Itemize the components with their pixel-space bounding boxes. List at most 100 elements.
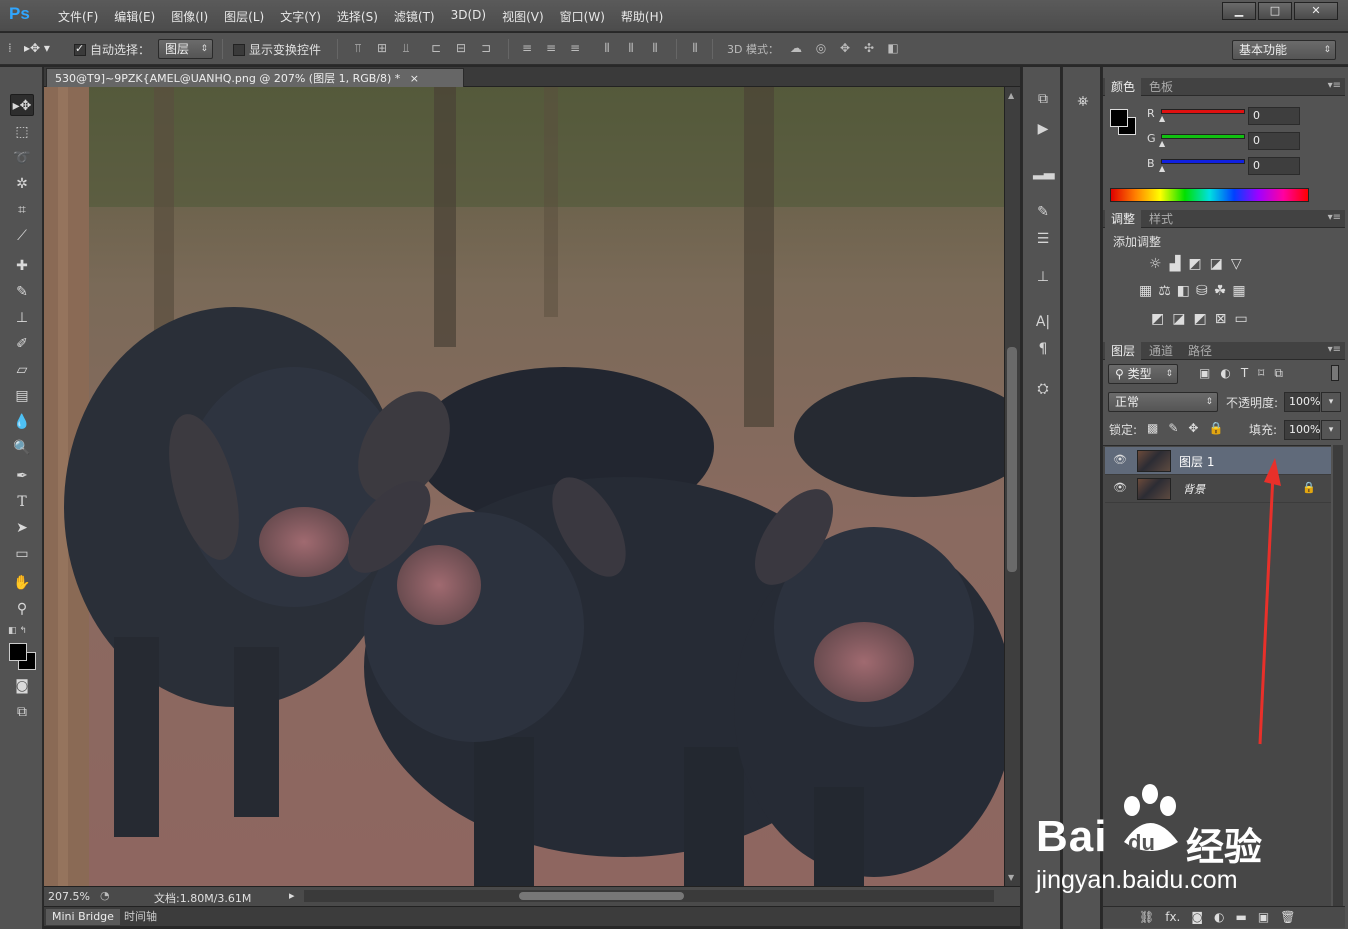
link-layers-icon[interactable]: ⛓ bbox=[1139, 910, 1154, 924]
pixel-filter-icon[interactable]: ▣ bbox=[1199, 366, 1210, 381]
menu-item-6[interactable]: 滤镜(T) bbox=[386, 8, 443, 25]
3d-rotate-icon[interactable]: ☁ bbox=[789, 40, 803, 56]
crop-tool-icon[interactable]: ⌗ bbox=[10, 199, 34, 221]
3d-slide-icon[interactable]: ✣ bbox=[862, 40, 876, 56]
color-spectrum-bar[interactable] bbox=[1110, 188, 1309, 202]
clone-stamp-tool-icon[interactable]: ⊥ bbox=[10, 307, 34, 329]
history-panel-icon[interactable]: ⧉ bbox=[1033, 89, 1053, 109]
horizontal-scrollbar[interactable] bbox=[304, 890, 994, 902]
auto-align-icon[interactable]: ⫴ bbox=[688, 40, 702, 56]
zoom-tool-icon[interactable]: ⚲ bbox=[10, 598, 34, 620]
document-canvas[interactable] bbox=[44, 87, 1004, 886]
lock-transparency-icon[interactable]: ▩ bbox=[1147, 421, 1158, 435]
distribute-bottom-icon[interactable]: ≡ bbox=[568, 40, 582, 56]
adjustment-filter-icon[interactable]: ◐ bbox=[1220, 366, 1230, 381]
tab-close-icon[interactable]: × bbox=[410, 72, 419, 85]
delete-layer-icon[interactable]: 🗑 bbox=[1280, 910, 1295, 924]
eraser-tool-icon[interactable]: ▱ bbox=[10, 359, 34, 381]
tab-mini-bridge[interactable]: Mini Bridge bbox=[46, 909, 120, 925]
lock-position-icon[interactable]: ✥ bbox=[1188, 421, 1198, 435]
minimize-button[interactable]: ▁ bbox=[1222, 2, 1256, 20]
histogram-panel-icon[interactable]: ▂▃ bbox=[1033, 162, 1055, 182]
opacity-chevron-icon[interactable]: ▾ bbox=[1321, 392, 1341, 412]
channel-slider[interactable] bbox=[1161, 159, 1245, 164]
scroll-up-icon[interactable]: ▲ bbox=[1008, 91, 1014, 100]
character-panel-icon[interactable]: A| bbox=[1033, 312, 1053, 332]
curves-icon[interactable]: ◩ bbox=[1188, 256, 1201, 272]
align-bottom-icon[interactable]: ⫫ bbox=[399, 40, 413, 56]
distribute-vcenter-icon[interactable]: ≡ bbox=[544, 40, 558, 56]
vertical-scrollbar[interactable]: ▲ ▼ bbox=[1004, 87, 1020, 886]
scroll-down-icon[interactable]: ▼ bbox=[1008, 873, 1014, 882]
menu-item-4[interactable]: 文字(Y) bbox=[272, 8, 329, 25]
menu-item-9[interactable]: 窗口(W) bbox=[552, 8, 613, 25]
move-tool-preset-icon[interactable]: ▸✥ ▾ bbox=[24, 41, 50, 55]
distribute-top-icon[interactable]: ≡ bbox=[520, 40, 534, 56]
layer-filter-dropdown[interactable]: ⚲ 类型 bbox=[1108, 364, 1178, 384]
menu-item-8[interactable]: 视图(V) bbox=[494, 8, 552, 25]
3d-scale-icon[interactable]: ◧ bbox=[886, 40, 900, 56]
black-white-icon[interactable]: ◧ bbox=[1177, 283, 1190, 299]
channel-value[interactable]: 0 bbox=[1248, 107, 1300, 125]
panel-menu-icon[interactable]: ▾≡ bbox=[1328, 80, 1341, 91]
channel-slider[interactable] bbox=[1161, 109, 1245, 114]
brush-tool-icon[interactable]: ✎ bbox=[10, 281, 34, 303]
close-button[interactable]: ✕ bbox=[1294, 2, 1338, 20]
scroll-thumb[interactable] bbox=[1007, 347, 1017, 572]
move-tool-icon[interactable]: ▸✥ bbox=[10, 94, 34, 116]
gradient-tool-icon[interactable]: ▤ bbox=[10, 385, 34, 407]
color-fg-swatch[interactable] bbox=[1110, 109, 1128, 127]
tab-channels[interactable]: 通道 bbox=[1143, 342, 1179, 360]
channel-slider[interactable] bbox=[1161, 134, 1245, 139]
hand-tool-icon[interactable]: ✋ bbox=[10, 572, 34, 594]
tab-paths[interactable]: 路径 bbox=[1182, 342, 1218, 360]
color-balance-icon[interactable]: ⚖ bbox=[1158, 283, 1171, 299]
marquee-tool-icon[interactable]: ⬚ bbox=[10, 121, 34, 143]
gradient-map-icon[interactable]: ⊠ bbox=[1215, 311, 1227, 327]
horizontal-scroll-thumb[interactable] bbox=[519, 892, 684, 900]
auto-select-checkbox[interactable]: 自动选择： bbox=[74, 41, 150, 58]
filter-toggle[interactable] bbox=[1331, 365, 1339, 381]
tab-swatches[interactable]: 色板 bbox=[1143, 78, 1179, 96]
document-tab[interactable]: 530@T9]~9PZK{AMEL@UANHQ.png @ 207% (图层 1… bbox=[46, 68, 464, 87]
fill-field[interactable]: 100% bbox=[1284, 420, 1320, 440]
invert-icon[interactable]: ◩ bbox=[1151, 311, 1164, 327]
type-tool-icon[interactable]: T bbox=[10, 491, 34, 513]
layer-effects-icon[interactable]: fx. bbox=[1165, 910, 1180, 924]
eye-icon[interactable]: 👁 bbox=[1113, 453, 1127, 466]
lock-all-icon[interactable]: 🔒 bbox=[1208, 421, 1223, 435]
panel-menu-icon[interactable]: ▾≡ bbox=[1328, 212, 1341, 223]
screen-mode-icon[interactable]: ⧉ bbox=[10, 701, 34, 723]
menu-item-2[interactable]: 图像(I) bbox=[163, 8, 216, 25]
auto-select-dropdown[interactable]: 图层 bbox=[158, 39, 213, 59]
new-adjustment-icon[interactable]: ◐ bbox=[1214, 910, 1224, 924]
blur-tool-icon[interactable]: 💧 bbox=[10, 411, 34, 433]
new-layer-icon[interactable]: ▣ bbox=[1258, 910, 1269, 924]
threshold-icon[interactable]: ◩ bbox=[1193, 311, 1206, 327]
layer-row[interactable]: 👁 背景 🔒 bbox=[1105, 475, 1331, 503]
path-selection-tool-icon[interactable]: ➤ bbox=[10, 517, 34, 539]
clone-source-icon[interactable]: ⊥ bbox=[1033, 267, 1053, 287]
eye-icon[interactable]: 👁 bbox=[1113, 481, 1127, 494]
brush-panel-icon[interactable]: ✎ bbox=[1033, 202, 1053, 222]
workspace-dropdown[interactable]: 基本功能 bbox=[1232, 40, 1336, 60]
dodge-tool-icon[interactable]: 🔍 bbox=[10, 437, 34, 459]
foreground-color-swatch[interactable] bbox=[9, 643, 27, 661]
vibrance-icon[interactable]: ▽ bbox=[1231, 256, 1242, 272]
exposure-icon[interactable]: ◪ bbox=[1210, 256, 1223, 272]
align-left-icon[interactable]: ⊏ bbox=[429, 40, 443, 56]
align-vcenter-icon[interactable]: ⊞ bbox=[375, 40, 389, 56]
new-group-icon[interactable]: ▬ bbox=[1236, 910, 1247, 924]
panel-menu-icon[interactable]: ▾≡ bbox=[1328, 344, 1341, 355]
add-mask-icon[interactable]: ◙ bbox=[1191, 910, 1203, 924]
shape-filter-icon[interactable]: ⌑ bbox=[1258, 366, 1264, 381]
status-menu-icon[interactable]: ▸ bbox=[289, 889, 295, 902]
lock-pixels-icon[interactable]: ✎ bbox=[1168, 421, 1178, 435]
3d-roll-icon[interactable]: ◎ bbox=[814, 40, 828, 56]
slider-handle-icon[interactable]: ▲ bbox=[1159, 139, 1165, 148]
hue-saturation-icon[interactable]: ▦ bbox=[1139, 283, 1152, 299]
healing-brush-tool-icon[interactable]: ✚ bbox=[10, 255, 34, 277]
posterize-icon[interactable]: ◪ bbox=[1172, 311, 1185, 327]
type-filter-icon[interactable]: T bbox=[1241, 366, 1248, 381]
channel-value[interactable]: 0 bbox=[1248, 132, 1300, 150]
